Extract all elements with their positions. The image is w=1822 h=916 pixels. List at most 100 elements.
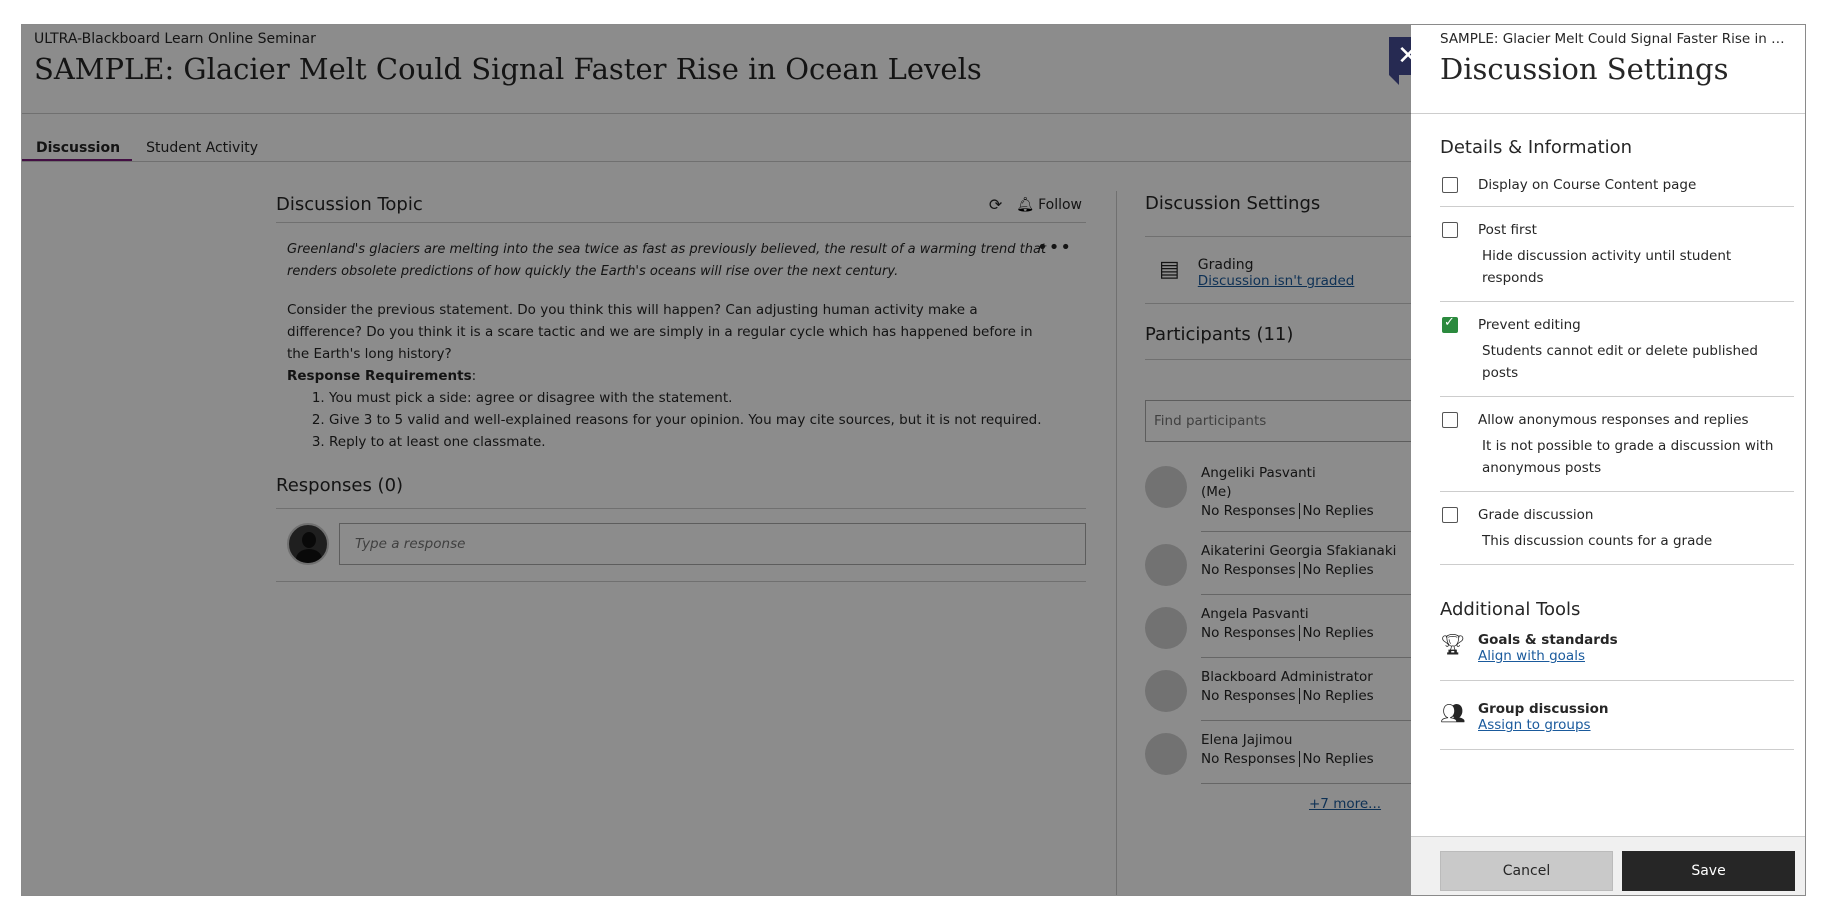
- panel-breadcrumb: SAMPLE: Glacier Melt Could Signal Faster…: [1440, 31, 1792, 47]
- participant-replies: No Replies: [1302, 625, 1374, 641]
- participants-title: Participants (11): [1145, 304, 1445, 360]
- participant-responses: No Responses: [1201, 625, 1296, 641]
- sidebar-column: Discussion Settings ▤ Grading Discussion…: [1145, 187, 1445, 812]
- avatar: [1145, 670, 1187, 712]
- checkbox[interactable]: [1442, 177, 1458, 193]
- option-grade-discussion[interactable]: Grade discussion This discussion counts …: [1440, 492, 1794, 565]
- additional-tools-title: Additional Tools: [1440, 599, 1581, 620]
- participant-list: Angeliki Pasvanti (Me) No Responses No Re…: [1145, 460, 1445, 790]
- topic-column: Discussion Topic ⟳ 🔔︎ Follow Greenland's…: [276, 187, 1086, 582]
- refresh-icon[interactable]: ⟳: [989, 195, 1002, 214]
- option-allow-anonymous[interactable]: Allow anonymous responses and replies It…: [1440, 397, 1794, 492]
- group-icon: 👥︎: [1440, 701, 1466, 725]
- participant-item[interactable]: Elena Jajimou No Responses No Replies: [1145, 727, 1445, 790]
- participant-responses: No Responses: [1201, 751, 1296, 767]
- option-description: This discussion counts for a grade: [1482, 533, 1713, 549]
- checkbox[interactable]: [1442, 507, 1458, 523]
- responses-title: Responses (0): [276, 475, 1086, 509]
- sidebar-settings-title: Discussion Settings: [1145, 187, 1445, 237]
- grading-icon: ▤: [1159, 257, 1180, 282]
- participant-item[interactable]: Angela Pasvanti No Responses No Replies: [1145, 601, 1445, 664]
- participant-responses: No Responses: [1201, 562, 1296, 578]
- details-section-title: Details & Information: [1440, 137, 1633, 158]
- tool-label: Goals & standards: [1478, 632, 1618, 648]
- option-label: Grade discussion: [1478, 507, 1594, 523]
- participant-me-tag: (Me): [1201, 484, 1232, 500]
- participant-name: Blackboard Administrator: [1201, 669, 1373, 685]
- follow-button[interactable]: Follow: [1038, 197, 1082, 213]
- trophy-icon: 🏆︎: [1440, 632, 1466, 656]
- avatar: [1145, 733, 1187, 775]
- requirement-item: Give 3 to 5 valid and well-explained rea…: [329, 409, 1074, 431]
- participant-name: Elena Jajimou: [1201, 732, 1293, 748]
- avatar: [1145, 544, 1187, 586]
- participant-item[interactable]: Blackboard Administrator No Responses No …: [1145, 664, 1445, 727]
- option-description: Students cannot edit or delete published…: [1482, 343, 1758, 381]
- participant-responses: No Responses: [1201, 688, 1296, 704]
- tab-student-activity[interactable]: Student Activity: [132, 126, 270, 162]
- option-prevent-editing[interactable]: Prevent editing Students cannot edit or …: [1440, 302, 1794, 397]
- avatar: [287, 523, 329, 565]
- requirements-heading: Response Requirements:: [287, 365, 1074, 387]
- topic-intro: Greenland's glaciers are melting into th…: [287, 242, 1047, 279]
- tab-discussion[interactable]: Discussion: [22, 126, 133, 162]
- participant-replies: No Replies: [1302, 751, 1374, 767]
- participant-responses: No Responses: [1201, 503, 1296, 519]
- more-options-icon[interactable]: •••: [1037, 237, 1072, 258]
- option-post-first[interactable]: Post first Hide discussion activity unti…: [1440, 207, 1794, 302]
- participant-name: Angela Pasvanti: [1201, 606, 1309, 622]
- requirements-label: Response Requirements: [287, 368, 472, 384]
- option-description: Hide discussion activity until student r…: [1482, 248, 1732, 286]
- topic-prompt: Consider the previous statement. Do you …: [287, 302, 1033, 362]
- participant-name: Angeliki Pasvanti: [1201, 465, 1316, 481]
- cancel-button[interactable]: Cancel: [1440, 851, 1613, 891]
- tab-bar: Discussion Student Activity: [22, 126, 270, 162]
- find-participants-input[interactable]: [1145, 400, 1445, 442]
- avatar: [1145, 466, 1187, 508]
- requirements-list: You must pick a side: agree or disagree …: [287, 387, 1074, 453]
- panel-header-divider: [1411, 113, 1805, 114]
- checkbox-checked[interactable]: [1442, 315, 1458, 333]
- option-label: Prevent editing: [1478, 317, 1581, 333]
- grading-link[interactable]: Discussion isn't graded: [1198, 273, 1355, 289]
- participant-item[interactable]: Angeliki Pasvanti (Me) No Responses No Re…: [1145, 460, 1445, 538]
- settings-panel: SAMPLE: Glacier Melt Could Signal Faster…: [1411, 25, 1805, 895]
- panel-body: Details & Information Display on Course …: [1440, 137, 1794, 768]
- course-name: ULTRA-Blackboard Learn Online Seminar: [34, 31, 316, 47]
- option-display-on-course-content[interactable]: Display on Course Content page: [1440, 172, 1794, 207]
- grading-label: Grading: [1197, 257, 1254, 273]
- column-divider: [1116, 191, 1117, 895]
- tool-group-discussion: 👥︎ Group discussion Assign to groups: [1440, 699, 1794, 750]
- participant-name: Aikaterini Georgia Sfakianaki: [1201, 543, 1397, 559]
- option-label: Allow anonymous responses and replies: [1478, 412, 1749, 428]
- panel-footer: Cancel Save: [1411, 836, 1805, 895]
- response-row: [276, 509, 1086, 582]
- requirement-item: You must pick a side: agree or disagree …: [329, 387, 1074, 409]
- assign-groups-link[interactable]: Assign to groups: [1478, 717, 1609, 733]
- option-description: It is not possible to grade a discussion…: [1482, 438, 1774, 476]
- checkbox[interactable]: [1442, 222, 1458, 238]
- panel-title: Discussion Settings: [1440, 52, 1729, 86]
- topic-header: Discussion Topic ⟳ 🔔︎ Follow: [276, 187, 1086, 223]
- bell-icon[interactable]: 🔔︎: [1016, 197, 1034, 213]
- align-goals-link[interactable]: Align with goals: [1478, 648, 1618, 664]
- option-label: Post first: [1478, 222, 1537, 238]
- participant-item[interactable]: Aikaterini Georgia Sfakianaki No Respons…: [1145, 538, 1445, 601]
- avatar: [1145, 607, 1187, 649]
- save-button[interactable]: Save: [1622, 851, 1795, 891]
- app-frame: ULTRA-Blackboard Learn Online Seminar SA…: [21, 24, 1806, 896]
- tool-goals-standards: 🏆︎ Goals & standards Align with goals: [1440, 630, 1794, 681]
- requirements-colon: :: [471, 368, 477, 384]
- tool-label: Group discussion: [1478, 701, 1609, 717]
- participant-replies: No Replies: [1302, 688, 1374, 704]
- page-title: SAMPLE: Glacier Melt Could Signal Faster…: [34, 52, 982, 86]
- response-input[interactable]: [339, 523, 1086, 565]
- participant-replies: No Replies: [1302, 503, 1374, 519]
- grading-row: ▤ Grading Discussion isn't graded: [1145, 237, 1445, 304]
- requirement-item: Reply to at least one classmate.: [329, 431, 1074, 453]
- topic-body: Greenland's glaciers are melting into th…: [276, 223, 1086, 453]
- checkbox[interactable]: [1442, 412, 1458, 428]
- option-label: Display on Course Content page: [1478, 177, 1697, 193]
- participant-replies: No Replies: [1302, 562, 1374, 578]
- topic-title: Discussion Topic: [276, 194, 423, 215]
